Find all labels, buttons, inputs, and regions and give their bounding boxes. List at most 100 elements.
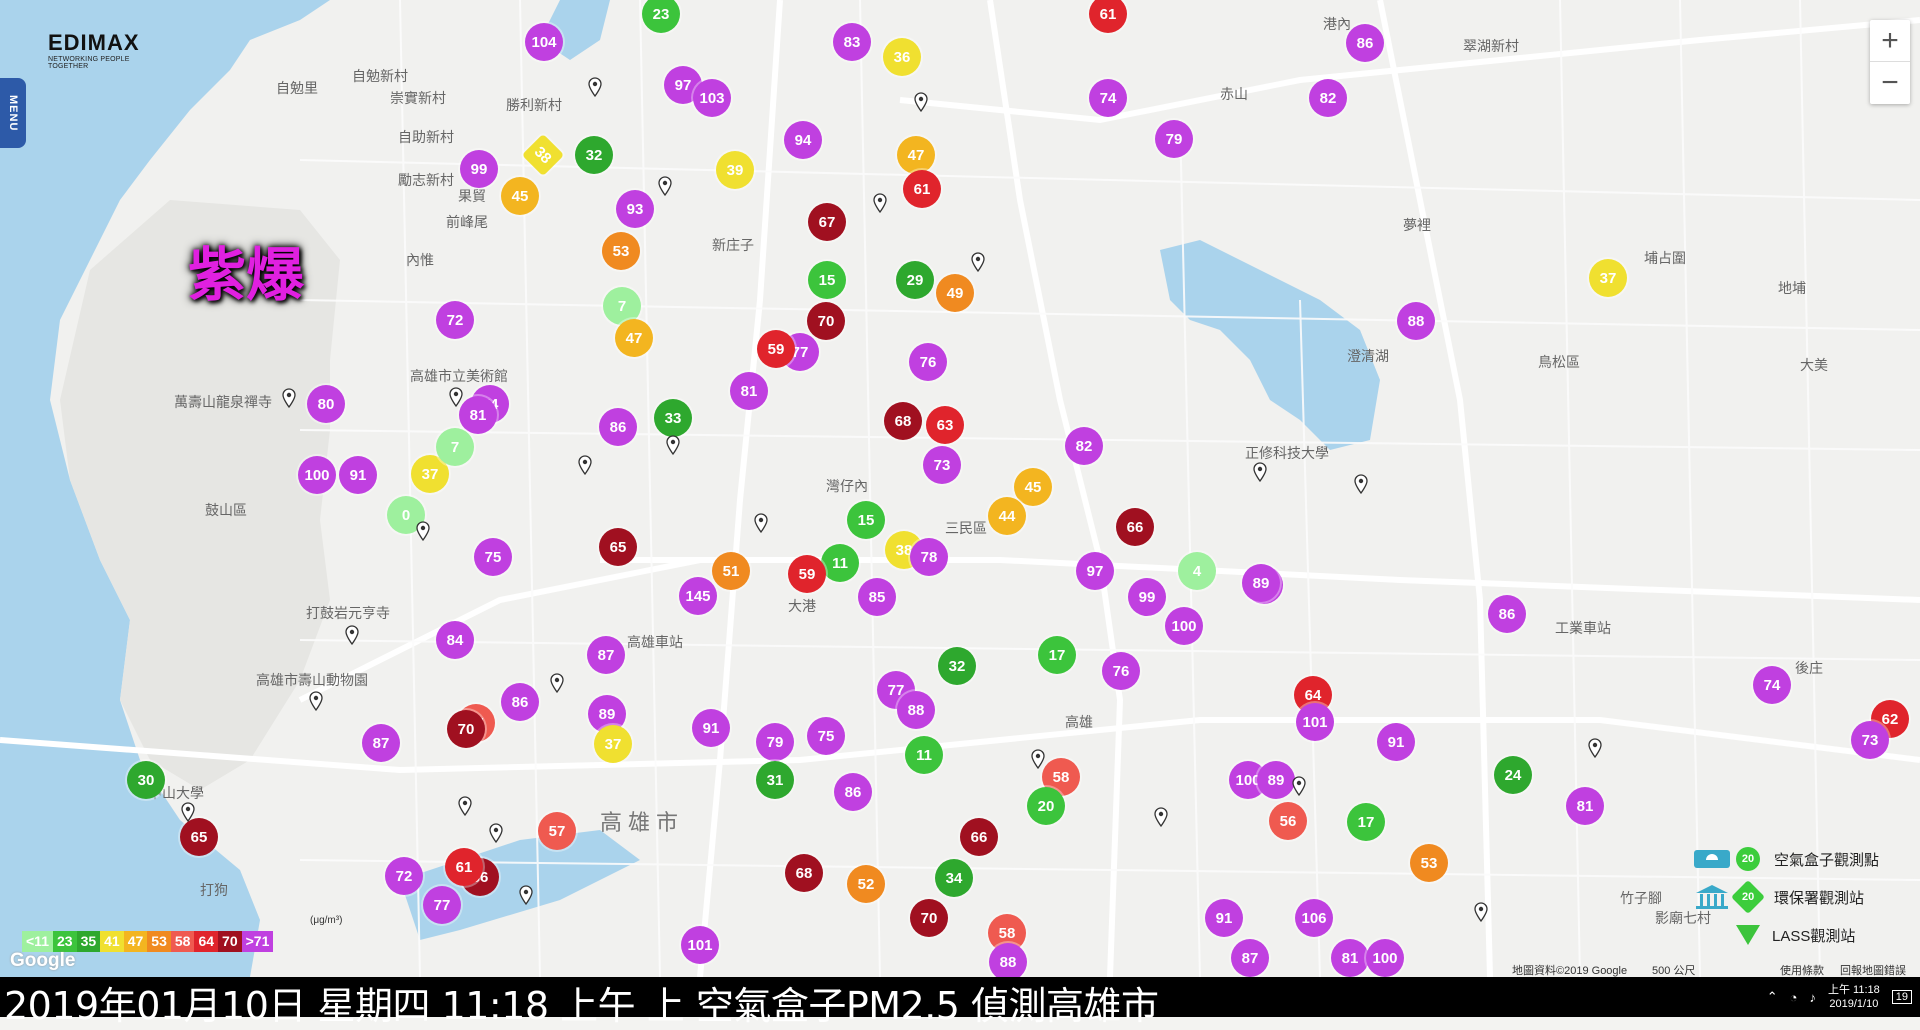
pm25-marker[interactable]: 65 xyxy=(599,528,637,566)
pm25-marker[interactable]: 86 xyxy=(501,683,539,721)
pm25-marker[interactable]: 86 xyxy=(1346,24,1384,62)
location-pin-icon[interactable] xyxy=(1154,807,1168,827)
pm25-marker[interactable]: 61 xyxy=(445,848,483,886)
notification-count[interactable]: 19 xyxy=(1891,990,1912,1004)
pm25-marker[interactable]: 70 xyxy=(447,710,485,748)
pm25-marker[interactable]: 76 xyxy=(1102,652,1140,690)
pm25-marker[interactable]: 31 xyxy=(756,761,794,799)
pm25-marker[interactable]: 47 xyxy=(615,319,653,357)
pm25-marker[interactable]: 82 xyxy=(1065,427,1103,465)
location-pin-icon[interactable] xyxy=(754,513,768,533)
pm25-marker[interactable]: 88 xyxy=(897,691,935,729)
pm25-marker[interactable]: 39 xyxy=(716,151,754,189)
pm25-marker[interactable]: 32 xyxy=(575,136,613,174)
location-pin-icon[interactable] xyxy=(1474,902,1488,922)
pm25-marker[interactable]: 79 xyxy=(1155,120,1193,158)
pm25-marker[interactable]: 106 xyxy=(1295,899,1333,937)
pm25-marker[interactable]: 76 xyxy=(909,343,947,381)
pm25-marker[interactable]: 47 xyxy=(897,136,935,174)
pm25-marker[interactable]: 72 xyxy=(385,857,423,895)
pm25-marker[interactable]: 63 xyxy=(926,406,964,444)
location-pin-icon[interactable] xyxy=(416,521,430,541)
pm25-marker[interactable]: 89 xyxy=(1257,761,1295,799)
zoom-out-button[interactable]: − xyxy=(1870,61,1910,103)
pm25-marker[interactable]: 49 xyxy=(936,274,974,312)
pm25-marker[interactable]: 81 xyxy=(459,396,497,434)
pm25-marker[interactable]: 79 xyxy=(756,723,794,761)
pm25-marker[interactable]: 89 xyxy=(1242,564,1280,602)
pm25-marker[interactable]: 74 xyxy=(1753,666,1791,704)
pm25-marker[interactable]: 36 xyxy=(883,38,921,76)
pm25-marker[interactable]: 101 xyxy=(681,926,719,964)
pm25-marker[interactable]: 88 xyxy=(989,943,1027,977)
pm25-marker[interactable]: 91 xyxy=(1377,723,1415,761)
pm25-marker[interactable]: 11 xyxy=(905,736,943,774)
pm25-marker[interactable]: 86 xyxy=(834,773,872,811)
location-pin-icon[interactable] xyxy=(1354,474,1368,494)
pm25-marker[interactable]: 75 xyxy=(474,538,512,576)
pm25-marker[interactable]: 7 xyxy=(436,428,474,466)
pm25-marker[interactable]: 74 xyxy=(1089,79,1127,117)
location-pin-icon[interactable] xyxy=(345,625,359,645)
location-pin-icon[interactable] xyxy=(578,455,592,475)
pm25-marker[interactable]: 32 xyxy=(938,647,976,685)
pm25-marker[interactable]: 56 xyxy=(1269,802,1307,840)
pm25-marker[interactable]: 97 xyxy=(1076,552,1114,590)
pm25-marker[interactable]: 100 xyxy=(1165,607,1203,645)
pm25-marker[interactable]: 17 xyxy=(1347,803,1385,841)
pm25-marker[interactable]: 59 xyxy=(757,330,795,368)
pm25-marker[interactable]: 81 xyxy=(1331,939,1369,977)
pm25-marker[interactable]: 57 xyxy=(538,812,576,850)
pm25-marker[interactable]: 103 xyxy=(693,79,731,117)
pm25-marker[interactable]: 70 xyxy=(807,302,845,340)
location-pin-icon[interactable] xyxy=(1292,776,1306,796)
pm25-marker[interactable]: 88 xyxy=(1397,302,1435,340)
pm25-marker[interactable]: 100 xyxy=(298,456,336,494)
pm25-marker[interactable]: 52 xyxy=(847,865,885,903)
pm25-marker[interactable]: 99 xyxy=(460,150,498,188)
pm25-marker[interactable]: 34 xyxy=(935,859,973,897)
location-pin-icon[interactable] xyxy=(309,691,323,711)
pm25-marker[interactable]: 45 xyxy=(1014,468,1052,506)
pm25-marker[interactable]: 83 xyxy=(833,23,871,61)
pm25-marker[interactable]: 15 xyxy=(847,501,885,539)
pm25-marker[interactable]: 24 xyxy=(1494,756,1532,794)
pm25-marker[interactable]: 44 xyxy=(988,497,1026,535)
pm25-marker[interactable]: 53 xyxy=(602,232,640,270)
pm25-marker[interactable]: 93 xyxy=(616,190,654,228)
pm25-marker[interactable]: 87 xyxy=(1231,939,1269,977)
terms-link[interactable]: 使用條款 xyxy=(1780,962,1824,977)
pm25-marker[interactable]: 104 xyxy=(525,23,563,61)
pm25-marker[interactable]: 86 xyxy=(1488,595,1526,633)
volume-icon[interactable]: ♪ xyxy=(1809,990,1816,1005)
pm25-marker[interactable]: 72 xyxy=(436,301,474,339)
pm25-marker[interactable]: 78 xyxy=(910,538,948,576)
location-pin-icon[interactable] xyxy=(489,823,503,843)
pm25-marker[interactable]: 87 xyxy=(362,724,400,762)
pm25-marker[interactable]: 61 xyxy=(903,170,941,208)
location-pin-icon[interactable] xyxy=(282,388,296,408)
pm25-marker[interactable]: 70 xyxy=(910,899,948,937)
pm25-marker[interactable]: 81 xyxy=(730,372,768,410)
pm25-marker[interactable]: 77 xyxy=(423,886,461,924)
pm25-marker[interactable]: 30 xyxy=(127,761,165,799)
pm25-marker[interactable]: 53 xyxy=(1410,844,1448,882)
pm25-marker[interactable]: 75 xyxy=(807,717,845,755)
pm25-marker[interactable]: 80 xyxy=(307,385,345,423)
pm25-marker[interactable]: 66 xyxy=(960,818,998,856)
location-pin-icon[interactable] xyxy=(658,176,672,196)
network-icon[interactable]: ◔ xyxy=(1790,990,1798,1005)
location-pin-icon[interactable] xyxy=(666,435,680,455)
location-pin-icon[interactable] xyxy=(971,252,985,272)
pm25-marker[interactable]: 86 xyxy=(599,408,637,446)
location-pin-icon[interactable] xyxy=(550,673,564,693)
report-error-link[interactable]: 回報地圖錯誤 xyxy=(1840,962,1906,977)
pm25-marker[interactable]: 91 xyxy=(339,456,377,494)
map-canvas[interactable]: 自勉里 自勉新村 崇實新村 勝利新村 自助新村 勵志新村 果貿 前峰尾 內惟 高… xyxy=(0,0,1920,977)
pm25-marker[interactable]: 45 xyxy=(501,177,539,215)
pm25-marker[interactable]: 20 xyxy=(1027,787,1065,825)
location-pin-icon[interactable] xyxy=(181,802,195,822)
location-pin-icon[interactable] xyxy=(1031,749,1045,769)
zoom-in-button[interactable]: + xyxy=(1870,20,1910,61)
pm25-marker[interactable]: 29 xyxy=(896,261,934,299)
